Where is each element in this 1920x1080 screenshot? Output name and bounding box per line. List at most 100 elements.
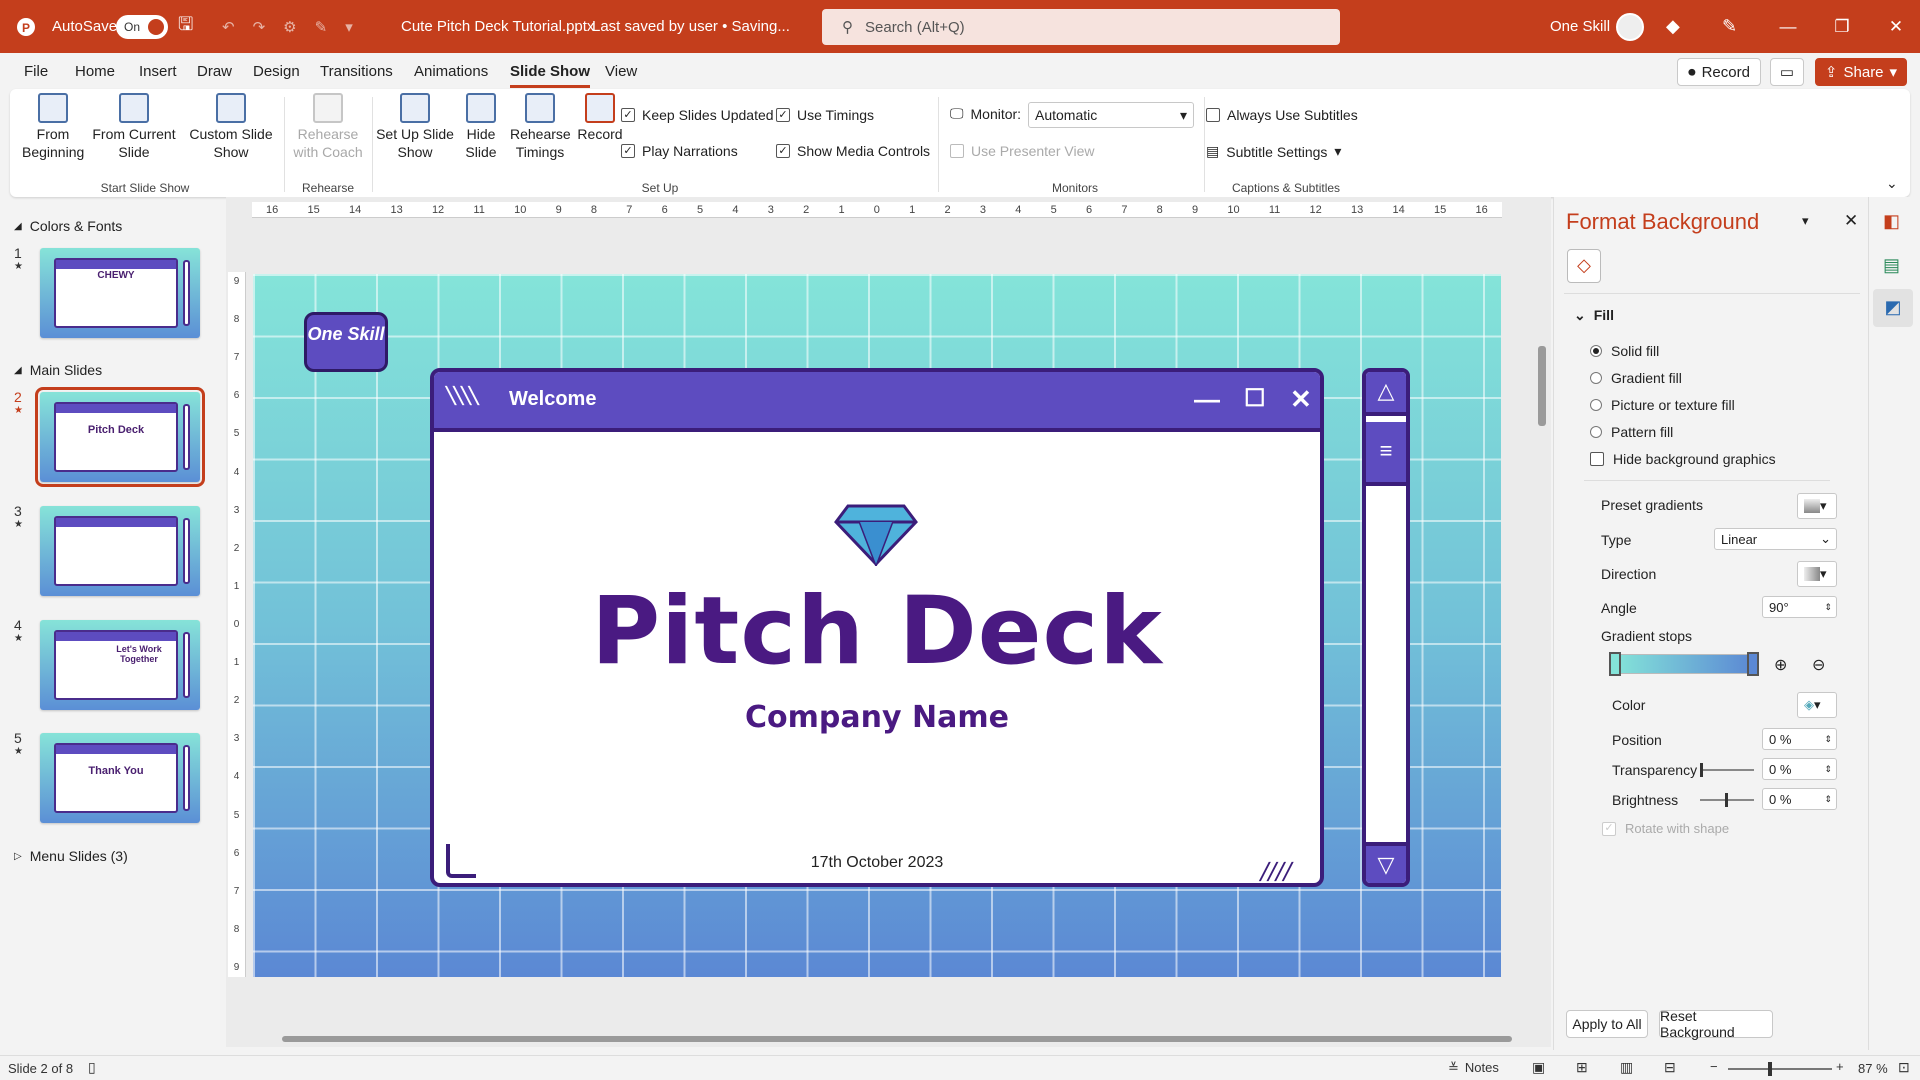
- zoom-slider[interactable]: [1728, 1062, 1832, 1076]
- solid-fill-radio[interactable]: Solid fill: [1590, 343, 1659, 359]
- user-name[interactable]: One Skill: [1550, 0, 1610, 53]
- pattern-fill-radio[interactable]: Pattern fill: [1590, 424, 1673, 440]
- normal-view-icon[interactable]: ▣: [1532, 1059, 1545, 1076]
- position-input[interactable]: 0 % ⇕: [1762, 728, 1837, 750]
- diamond-icon[interactable]: ◆: [1666, 0, 1680, 53]
- slide-counter[interactable]: Slide 2 of 8: [8, 1061, 73, 1076]
- brightness-input[interactable]: 0 % ⇕: [1762, 788, 1837, 810]
- accessibility-icon[interactable]: ▯: [88, 1059, 96, 1076]
- brightness-slider[interactable]: [1700, 793, 1754, 807]
- always-subtitles-checkbox[interactable]: Always Use Subtitles: [1206, 107, 1358, 123]
- from-beginning-button[interactable]: From Beginning: [22, 89, 84, 161]
- type-select[interactable]: Linear ⌄: [1714, 528, 1837, 550]
- from-current-button[interactable]: From Current Slide: [90, 89, 178, 161]
- hide-slide-button[interactable]: Hide Slide: [458, 89, 504, 161]
- record-button[interactable]: ⏺ Record: [1677, 58, 1761, 86]
- company-name[interactable]: Company Name: [434, 700, 1320, 735]
- scroll-thumb[interactable]: [282, 1036, 1512, 1042]
- transparency-input[interactable]: 0 % ⇕: [1762, 758, 1837, 780]
- slide-thumbnail-1[interactable]: CHEWY: [40, 248, 200, 338]
- fit-to-window-icon[interactable]: ⊡: [1898, 1059, 1910, 1076]
- tab-animations[interactable]: Animations: [414, 63, 488, 80]
- save-icon[interactable]: 🖫: [178, 0, 193, 53]
- tab-file[interactable]: File: [24, 63, 48, 80]
- restore-icon[interactable]: ❐: [1822, 17, 1862, 37]
- one-skill-logo[interactable]: One Skill: [304, 312, 388, 372]
- slideshow-view-icon[interactable]: ⊟: [1664, 1059, 1676, 1076]
- tab-home[interactable]: Home: [75, 63, 115, 80]
- tab-insert[interactable]: Insert: [139, 63, 177, 80]
- hide-background-checkbox[interactable]: Hide background graphics: [1590, 451, 1776, 467]
- quick-access-icons[interactable]: ↶ ↷ ⚙ ✎ ▾: [222, 0, 353, 53]
- monitor-select[interactable]: Automatic ▾: [1028, 102, 1194, 128]
- preset-gradients-button[interactable]: ▾: [1797, 493, 1837, 519]
- custom-show-button[interactable]: Custom Slide Show: [186, 89, 276, 161]
- presenter-view-checkbox[interactable]: Use Presenter View: [950, 143, 1094, 159]
- record-slide-button[interactable]: Record: [574, 89, 626, 143]
- share-button[interactable]: ⇪ Share ▾: [1815, 58, 1907, 86]
- use-timings-checkbox[interactable]: ✓ Use Timings: [776, 107, 874, 123]
- show-media-checkbox[interactable]: ✓ Show Media Controls: [776, 143, 930, 159]
- add-stop-icon[interactable]: ⊕: [1774, 655, 1787, 675]
- remove-stop-icon[interactable]: ⊖: [1812, 655, 1825, 675]
- apply-to-all-button[interactable]: Apply to All: [1566, 1010, 1648, 1038]
- reset-background-button[interactable]: Reset Background: [1659, 1008, 1773, 1040]
- rehearse-coach-button[interactable]: Rehearse with Coach: [288, 89, 368, 161]
- picture-fill-radio[interactable]: Picture or texture fill: [1590, 397, 1735, 413]
- slide-canvas[interactable]: One Skill ╲╲╲╲ Welcome — ☐ ✕ Pitch Deck …: [253, 274, 1501, 977]
- close-icon[interactable]: ✕: [1844, 211, 1858, 231]
- welcome-window-shape[interactable]: ╲╲╲╲ Welcome — ☐ ✕ Pitch Deck Company Na…: [430, 368, 1324, 887]
- slide-thumbnail-5[interactable]: Thank You: [40, 733, 200, 823]
- tab-transitions[interactable]: Transitions: [320, 63, 393, 80]
- layout-icon[interactable]: ▤: [1883, 255, 1900, 276]
- rotate-with-shape-checkbox[interactable]: ✓ Rotate with shape: [1602, 821, 1729, 836]
- tab-draw[interactable]: Draw: [197, 63, 232, 80]
- close-icon[interactable]: ✕: [1876, 17, 1916, 37]
- document-title[interactable]: Cute Pitch Deck Tutorial.pptx: [401, 0, 594, 53]
- minimize-icon[interactable]: —: [1768, 17, 1808, 37]
- keep-updated-checkbox[interactable]: ✓ Keep Slides Updated: [621, 107, 774, 123]
- zoom-in-icon[interactable]: +: [1836, 1059, 1844, 1074]
- slide-sorter-icon[interactable]: ⊞: [1576, 1059, 1588, 1076]
- notes-button[interactable]: ≚ Notes: [1448, 1060, 1499, 1076]
- tab-view[interactable]: View: [605, 63, 637, 80]
- gradient-stop-handle[interactable]: [1609, 652, 1621, 676]
- section-colors-fonts[interactable]: ◢ Colors & Fonts: [14, 218, 122, 234]
- avatar[interactable]: [1616, 0, 1644, 53]
- subtitle-settings-button[interactable]: ▤ Subtitle Settings ▾: [1206, 143, 1341, 160]
- section-menu-slides[interactable]: ▷ Menu Slides (3): [14, 848, 128, 864]
- scrollbar-decoration[interactable]: △ ≡ ▽: [1362, 368, 1410, 887]
- vertical-scroll-thumb[interactable]: [1538, 346, 1546, 426]
- direction-button[interactable]: ▾: [1797, 561, 1837, 587]
- chevron-down-icon[interactable]: ▾: [1802, 213, 1809, 229]
- save-status[interactable]: Last saved by user • Saving...: [592, 0, 790, 53]
- setup-show-button[interactable]: Set Up Slide Show: [376, 89, 454, 161]
- zoom-out-icon[interactable]: −: [1710, 1059, 1718, 1074]
- horizontal-scrollbar[interactable]: [234, 1034, 1524, 1044]
- pen-icon[interactable]: ✎: [1722, 0, 1737, 53]
- slide-thumbnail-3[interactable]: [40, 506, 200, 596]
- search-box[interactable]: ⚲ Search (Alt+Q): [822, 9, 1340, 45]
- section-main-slides[interactable]: ◢ Main Slides: [14, 362, 102, 378]
- color-picker-button[interactable]: ◈ ▾: [1797, 692, 1837, 718]
- gradient-fill-radio[interactable]: Gradient fill: [1590, 370, 1682, 386]
- tab-design[interactable]: Design: [253, 63, 300, 80]
- slide-thumbnail-2[interactable]: Pitch Deck: [35, 387, 205, 487]
- collapse-ribbon-icon[interactable]: ⌄: [1886, 175, 1898, 192]
- format-background-icon[interactable]: ◩: [1873, 289, 1913, 327]
- autosave-toggle[interactable]: On: [116, 14, 168, 39]
- play-narrations-checkbox[interactable]: ✓ Play Narrations: [621, 143, 738, 159]
- slide-thumbnail-4[interactable]: Let's Work Together: [40, 620, 200, 710]
- slide-date[interactable]: 17th October 2023: [434, 854, 1320, 872]
- tab-slide-show[interactable]: Slide Show: [510, 63, 591, 88]
- fill-bucket-icon[interactable]: ◇: [1567, 249, 1601, 283]
- gradient-stop-handle[interactable]: [1747, 652, 1759, 676]
- design-ideas-icon[interactable]: ◧: [1883, 211, 1900, 232]
- comments-icon[interactable]: ▭: [1770, 58, 1804, 86]
- gradient-stops-bar[interactable]: [1609, 652, 1759, 676]
- fill-section-header[interactable]: ⌄ Fill: [1574, 307, 1614, 324]
- transparency-slider[interactable]: [1700, 763, 1754, 777]
- rehearse-timings-button[interactable]: Rehearse Timings: [510, 89, 571, 161]
- zoom-level[interactable]: 87 %: [1858, 1061, 1888, 1076]
- reading-view-icon[interactable]: ▥: [1620, 1059, 1633, 1076]
